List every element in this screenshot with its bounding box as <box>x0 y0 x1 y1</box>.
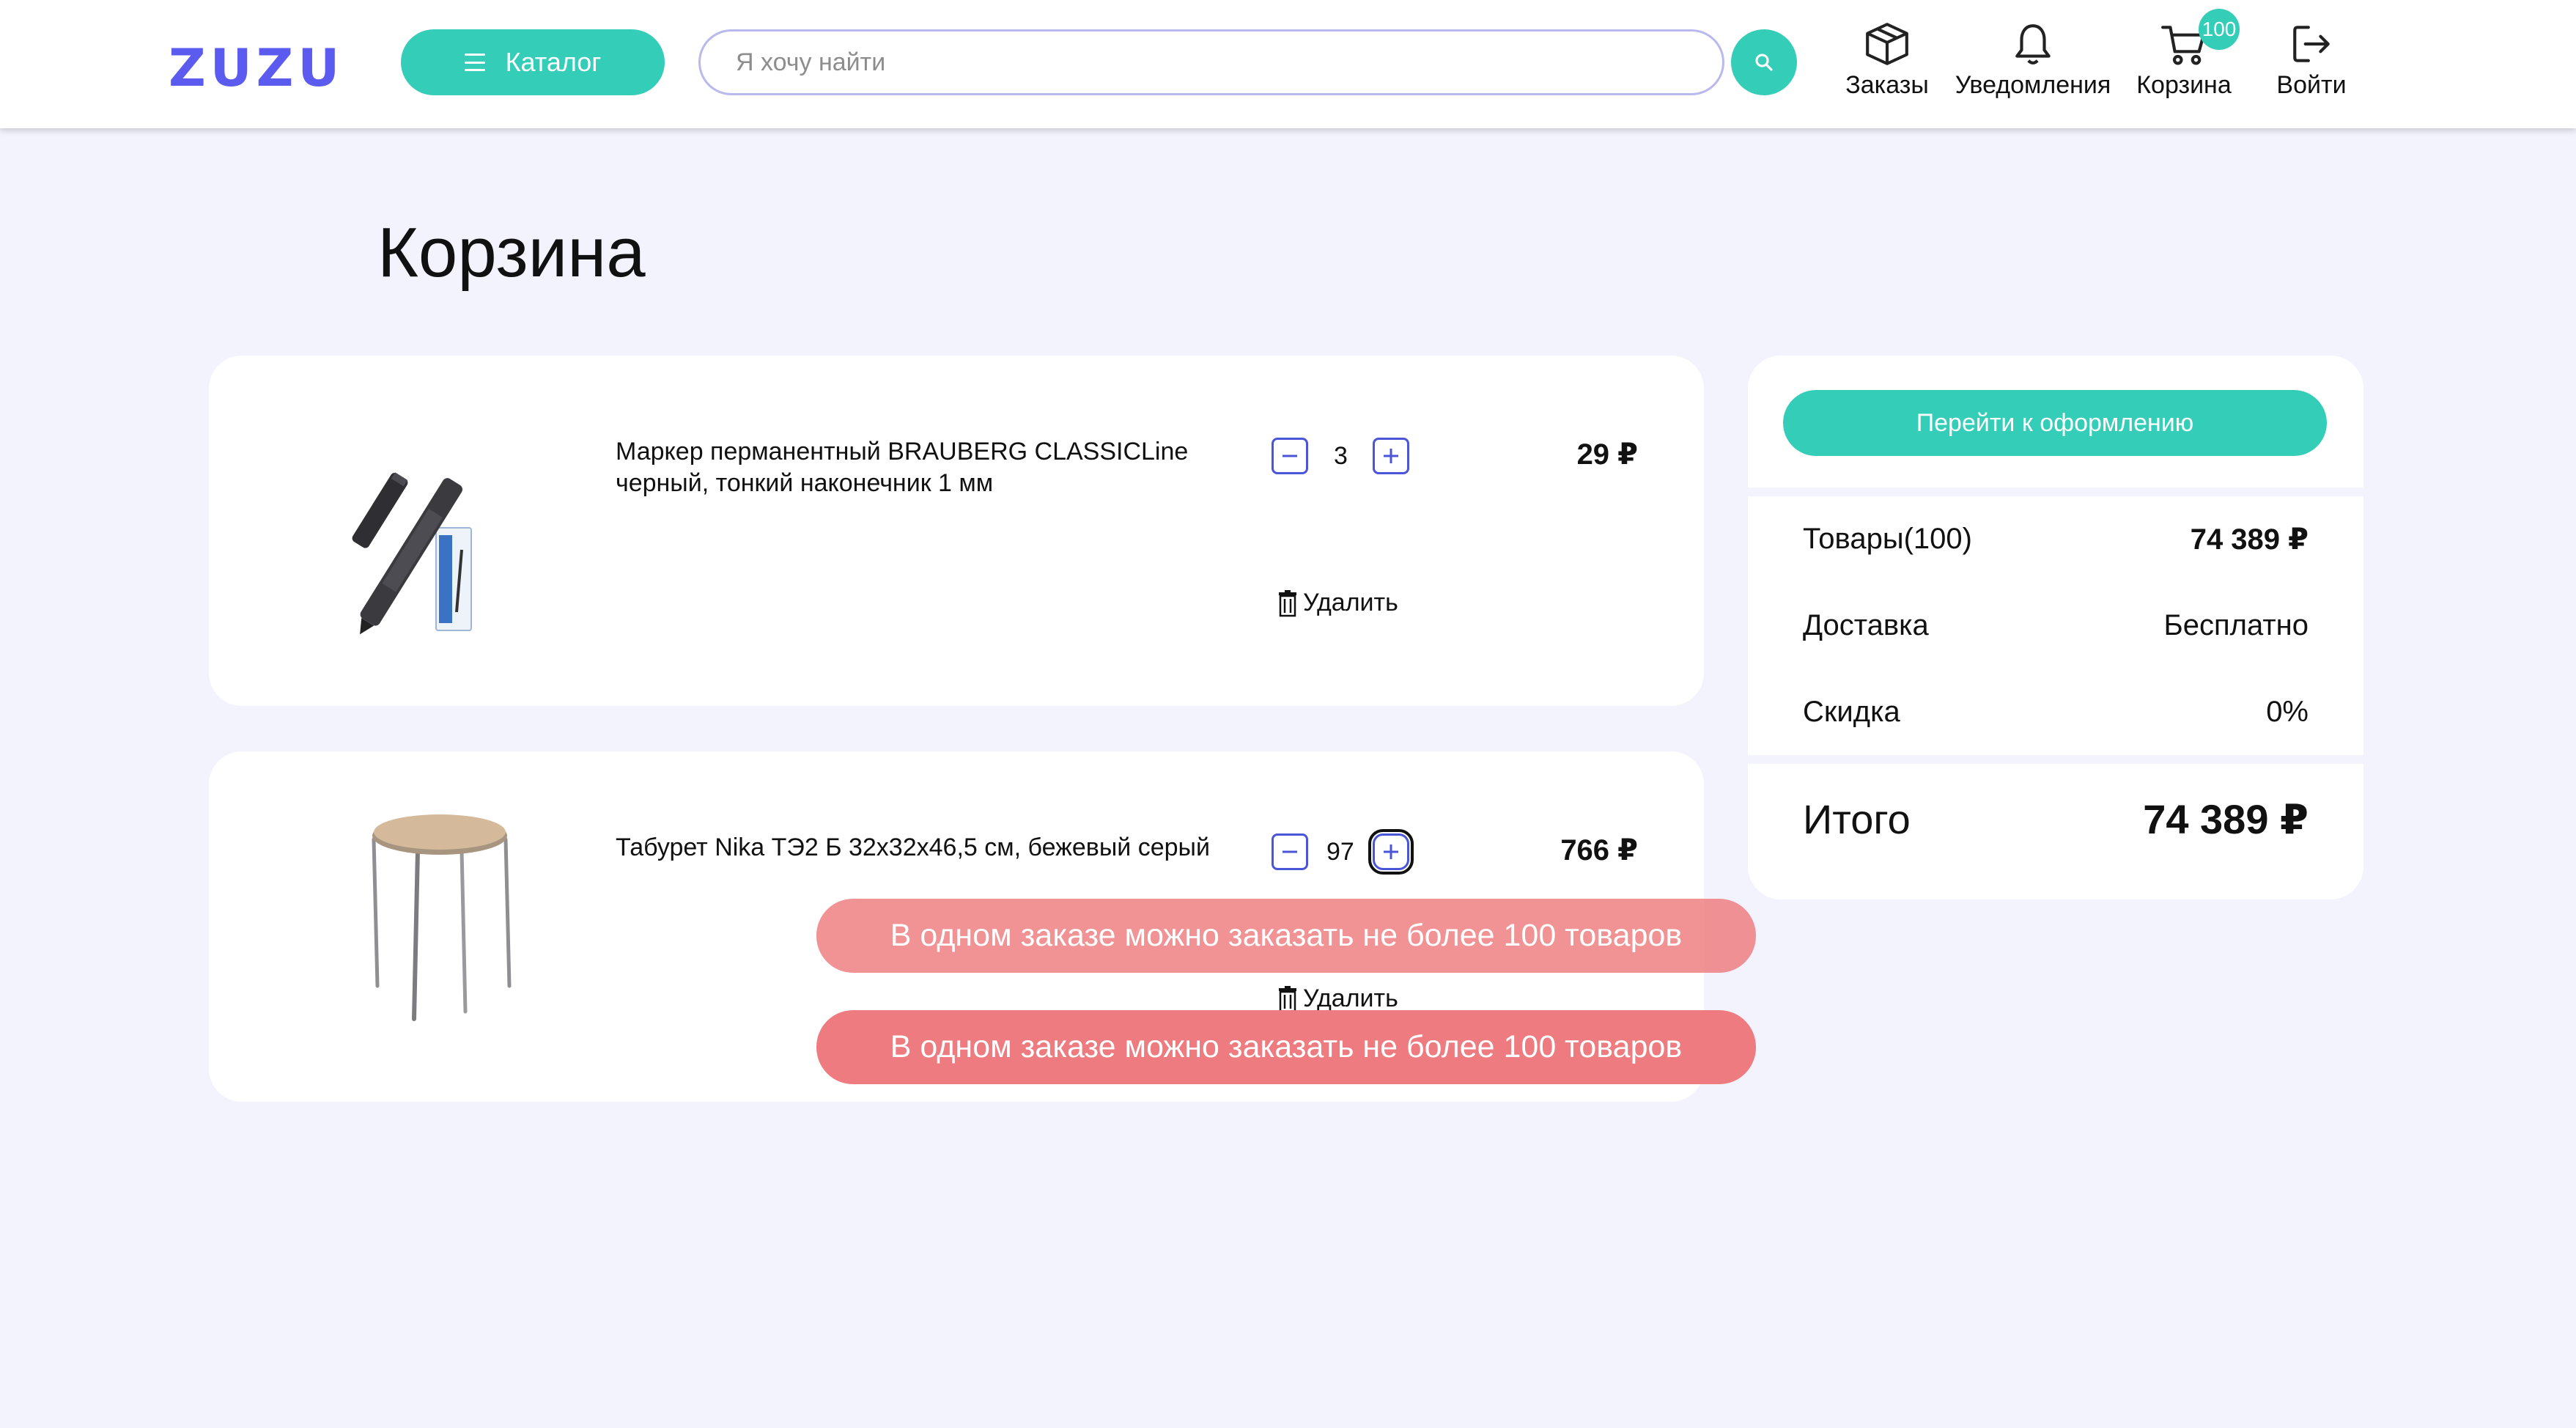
marker-product-image <box>352 472 472 635</box>
nav-login-label: Войти <box>2276 71 2347 99</box>
cart-count-badge: 100 <box>2199 9 2240 50</box>
nav-cart-label: Корзина <box>2136 71 2232 99</box>
summary-divider <box>1748 755 2363 764</box>
decrease-quantity-button[interactable] <box>1272 833 1308 870</box>
search-input[interactable] <box>698 29 1724 95</box>
box-icon <box>1866 23 1908 65</box>
nav-orders-label: Заказы <box>1845 71 1929 99</box>
nav-orders[interactable]: Заказы <box>1841 19 1933 100</box>
summary-divider <box>1748 487 2363 496</box>
catalog-label: Каталог <box>505 47 602 77</box>
remove-item-button[interactable]: Удалить <box>1277 984 1398 1013</box>
login-icon <box>2293 26 2330 62</box>
search-button[interactable] <box>1731 29 1797 95</box>
minus-icon <box>1283 850 1297 853</box>
remove-label: Удалить <box>1303 589 1398 617</box>
trash-icon <box>1279 985 1296 1012</box>
plus-icon <box>1384 449 1398 463</box>
discount-label: Скидка <box>1803 696 1900 728</box>
search-icon <box>1755 54 1773 71</box>
goods-value: 74 389 ₽ <box>2190 523 2309 556</box>
catalog-button[interactable]: Каталог <box>401 29 665 95</box>
total-value: 74 389 ₽ <box>2143 796 2309 842</box>
nav-login[interactable]: Войти <box>2266 19 2357 100</box>
cart-item: Маркер перманентный BRAUBERG CLASSICLine… <box>209 356 1704 706</box>
menu-icon <box>464 54 485 71</box>
summary-total-row: Итого 74 389 ₽ <box>1803 795 2309 844</box>
stool-product-image <box>372 814 512 1021</box>
item-price: 29 ₽ <box>1576 438 1638 471</box>
summary-discount-row: Скидка 0% <box>1803 696 2309 729</box>
goods-label: Товары(100) <box>1803 523 1972 555</box>
toast-notification[interactable]: В одном заказе можно заказать не более 1… <box>816 1010 1756 1084</box>
item-price: 766 ₽ <box>1560 834 1638 866</box>
header: ZUZU Каталог Заказы Уведомления К <box>0 0 2576 128</box>
remove-label: Удалить <box>1303 984 1398 1012</box>
increase-quantity-button[interactable] <box>1368 829 1414 875</box>
page-title: Корзина <box>377 213 646 292</box>
summary-delivery-row: Доставка Бесплатно <box>1803 609 2309 642</box>
total-label: Итого <box>1803 796 1911 842</box>
plus-icon <box>1384 844 1398 859</box>
delivery-label: Доставка <box>1803 609 1929 641</box>
remove-item-button[interactable]: Удалить <box>1277 589 1398 617</box>
discount-value: 0% <box>2266 696 2309 728</box>
order-summary: Перейти к оформлению Товары(100) 74 389 … <box>1748 356 2363 899</box>
quantity-value[interactable]: 3 <box>1334 442 1348 471</box>
nav-notifications[interactable]: Уведомления <box>1946 19 2119 100</box>
bell-icon <box>2015 24 2051 65</box>
toast-notification[interactable]: В одном заказе можно заказать не более 1… <box>816 899 1756 973</box>
checkout-button[interactable]: Перейти к оформлению <box>1783 390 2327 456</box>
minus-icon <box>1283 454 1297 457</box>
logo[interactable]: ZUZU <box>169 38 344 98</box>
trash-icon <box>1279 589 1296 617</box>
product-name[interactable]: Маркер перманентный BRAUBERG CLASSICLine… <box>616 436 1217 499</box>
product-name[interactable]: Табурет Nika ТЭ2 Б 32х32х46,5 см, бежевы… <box>616 832 1217 864</box>
quantity-value[interactable]: 97 <box>1326 838 1354 866</box>
decrease-quantity-button[interactable] <box>1272 438 1308 474</box>
summary-goods-row: Товары(100) 74 389 ₽ <box>1803 523 2309 556</box>
nav-notifications-label: Уведомления <box>1955 71 2111 99</box>
delivery-value: Бесплатно <box>2163 609 2309 641</box>
increase-quantity-button[interactable] <box>1373 438 1409 474</box>
